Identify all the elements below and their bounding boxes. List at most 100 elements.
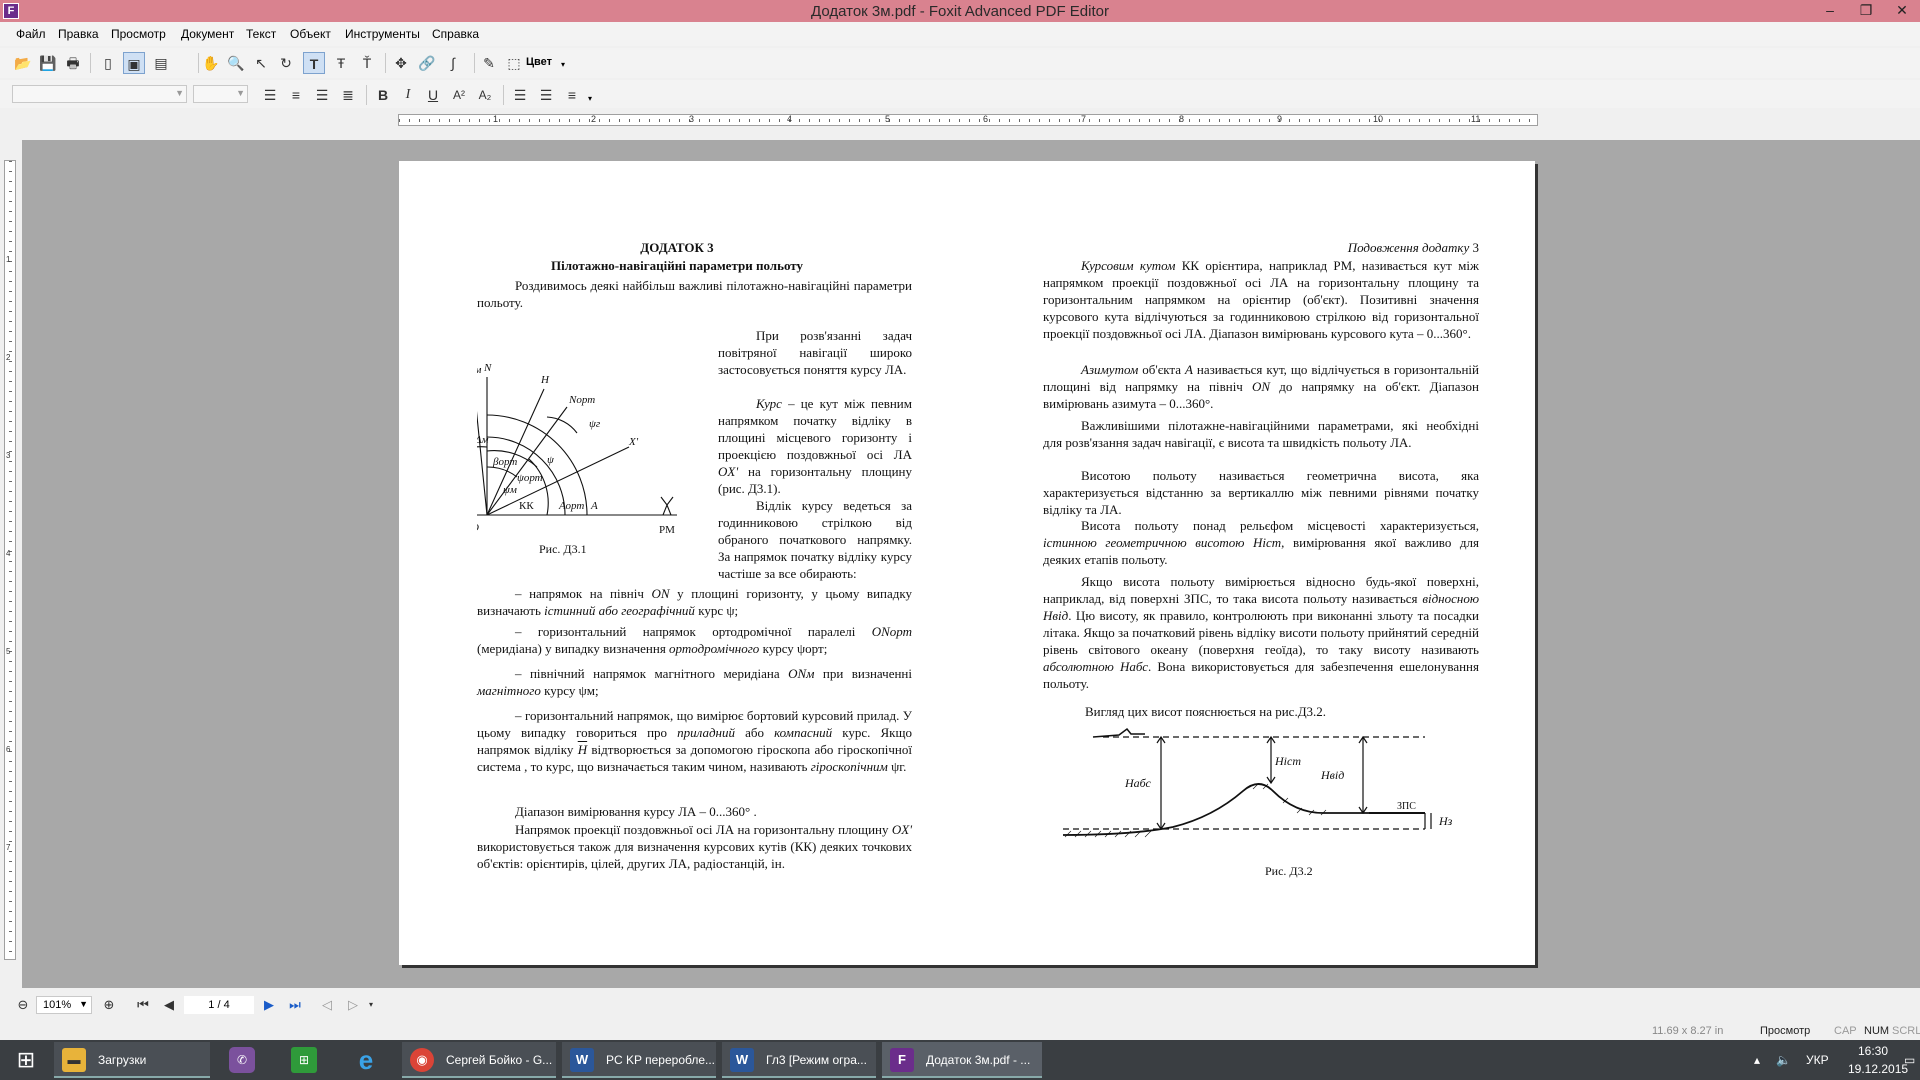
notifications-icon[interactable]: ▭: [1904, 1040, 1918, 1080]
ruler-number: 11: [1471, 114, 1481, 124]
ruler-number: 5: [885, 114, 891, 124]
align-left-icon[interactable]: ☰: [259, 84, 281, 106]
ruler-number: 4: [6, 549, 11, 558]
text-tool-icon[interactable]: T: [303, 52, 325, 74]
toolbar-separator: [474, 53, 475, 73]
taskbar-ie-icon[interactable]: e: [342, 1042, 390, 1078]
align-center-icon[interactable]: ≡: [285, 84, 307, 106]
color-label[interactable]: Цвет: [526, 56, 552, 68]
text-insert-icon[interactable]: Ť: [356, 52, 378, 74]
subscript-icon[interactable]: A₂: [474, 84, 496, 106]
format-toolbar: ▼ ▼ ☰ ≡ ☰ ≣ B I U A² A₂ ☰ ☰ ≡ ▾: [0, 80, 1920, 108]
superscript-icon[interactable]: A²: [448, 84, 470, 106]
start-button-windows-icon[interactable]: ⊞: [6, 1042, 46, 1078]
word-icon: W: [570, 1048, 594, 1072]
last-page-icon[interactable]: ⏭: [286, 996, 304, 1014]
taskbar-word-2[interactable]: W Гл3 [Режим огра...: [722, 1042, 876, 1078]
taskbar-chrome[interactable]: ◉ Сергей Бойко - G...: [402, 1042, 556, 1078]
zoom-select[interactable]: 101% ▼: [36, 996, 92, 1014]
menu-file[interactable]: Файл: [16, 27, 46, 41]
indent-icon[interactable]: ≡: [561, 84, 583, 106]
fit-page-icon[interactable]: ▣: [123, 52, 145, 74]
minimize-button[interactable]: –: [1812, 0, 1848, 22]
label-habs: Hабс: [1124, 776, 1152, 790]
menu-bar: Файл Правка Просмотр Документ Текст Объе…: [0, 22, 1920, 46]
ruler-number: 6: [983, 114, 989, 124]
align-right-icon[interactable]: ☰: [311, 84, 333, 106]
magnetic-north-line: [477, 410, 488, 516]
pdf-page[interactable]: ДОДАТОК 3 Пілотажно-навігаційні параметр…: [399, 161, 1535, 965]
volume-icon[interactable]: 🔈: [1776, 1040, 1794, 1080]
font-family-select[interactable]: ▼: [12, 85, 187, 103]
ruler-number: 2: [591, 114, 597, 124]
rotate-icon[interactable]: ↻: [275, 52, 297, 74]
zoom-tool-icon[interactable]: 🔍: [225, 52, 247, 74]
taskbar-store-icon[interactable]: ⊞: [280, 1042, 328, 1078]
label-o: O: [477, 522, 479, 534]
taskbar-word-1[interactable]: W PC KP переробле...: [562, 1042, 716, 1078]
print-icon[interactable]: 🖶: [62, 52, 84, 74]
restore-button[interactable]: ❐: [1848, 0, 1884, 22]
open-icon[interactable]: 📂: [12, 52, 34, 74]
color-swatch-icon[interactable]: ⬚: [503, 52, 525, 74]
figure-reference-paragraph: Вигляд цих висот пояснюється на рис.Д3.2…: [1085, 704, 1327, 719]
toolbar-separator: [503, 85, 504, 105]
first-page-icon[interactable]: ⏮: [134, 996, 152, 1014]
appendix-subheading: Пілотажно-навігаційні параметри польоту: [551, 258, 803, 273]
ruler-number: 1: [6, 255, 11, 264]
navigation-bar: ⊖ 101% ▼ ⊕ ⏮ ◀ 1 / 4 ▶ ⏭ ◁ ▷ ▾: [0, 992, 1920, 1018]
heading-angles-paragraph: Напрямок проекції поздовжньої осі ЛА на …: [477, 822, 912, 871]
taskbar-explorer[interactable]: ▬ Загрузки: [54, 1042, 210, 1078]
ruler-number: 3: [689, 114, 695, 124]
eyedropper-icon[interactable]: ✎: [478, 52, 500, 74]
save-icon[interactable]: 💾: [37, 52, 59, 74]
font-size-select[interactable]: ▼: [193, 85, 248, 103]
menu-text[interactable]: Текст: [246, 27, 276, 41]
menu-edit[interactable]: Правка: [58, 27, 99, 41]
previous-page-icon[interactable]: ◀: [160, 996, 178, 1014]
tray-show-hidden-icon[interactable]: ▴: [1754, 1040, 1768, 1080]
menu-tools[interactable]: Инструменты: [345, 27, 420, 41]
color-dropdown-icon[interactable]: ▾: [561, 60, 565, 69]
menu-object[interactable]: Объект: [290, 27, 331, 41]
label-hist: Hіст: [1274, 754, 1301, 768]
arc-psig: [546, 416, 578, 434]
window-title: Додаток 3м.pdf - Foxit Advanced PDF Edit…: [811, 3, 1109, 20]
single-page-icon[interactable]: ▯: [97, 52, 119, 74]
taskbar-viber-icon[interactable]: ✆: [218, 1042, 266, 1078]
text-edit-icon[interactable]: Ŧ: [330, 52, 352, 74]
paragraph-spacing-icon[interactable]: ☰: [535, 84, 557, 106]
page-number-input[interactable]: 1 / 4: [184, 996, 254, 1014]
zoom-out-icon[interactable]: ⊖: [14, 996, 32, 1014]
more-dropdown-icon[interactable]: ▾: [588, 94, 592, 103]
back-view-icon[interactable]: ◁: [318, 996, 336, 1014]
ruler-number: 5: [6, 647, 11, 656]
close-button[interactable]: ✕: [1884, 0, 1920, 22]
forward-view-icon[interactable]: ▷: [344, 996, 362, 1014]
fit-width-icon[interactable]: ▤: [150, 52, 172, 74]
menu-help[interactable]: Справка: [432, 27, 479, 41]
list-item-magnetic-course: – північний напрямок магнітного меридіан…: [477, 666, 912, 698]
italic-icon[interactable]: I: [397, 84, 419, 106]
menu-document[interactable]: Документ: [181, 27, 234, 41]
nav-options-icon[interactable]: ▾: [366, 996, 376, 1014]
hand-tool-icon[interactable]: ✋: [200, 52, 222, 74]
object-tool-icon[interactable]: ✥: [390, 52, 412, 74]
zoom-in-icon[interactable]: ⊕: [100, 996, 118, 1014]
line-spacing-icon[interactable]: ☰: [509, 84, 531, 106]
course-intro-paragraph: При розв'язанні задач повітряної навігац…: [718, 328, 912, 377]
align-justify-icon[interactable]: ≣: [337, 84, 359, 106]
next-page-icon[interactable]: ▶: [260, 996, 278, 1014]
language-indicator[interactable]: УКР: [1806, 1040, 1829, 1080]
list-item-ortho-course: – горизонтальний напрямок ортодромічної …: [477, 624, 912, 656]
link-tool-icon[interactable]: 🔗: [416, 52, 438, 74]
clock-date[interactable]: 19.12.2015: [1848, 1062, 1908, 1078]
path-tool-icon[interactable]: ∫: [442, 52, 464, 74]
menu-view[interactable]: Просмотр: [111, 27, 166, 41]
clock-time[interactable]: 16:30: [1858, 1044, 1888, 1060]
taskbar-foxit-active[interactable]: F Додаток 3м.pdf - ...: [882, 1042, 1042, 1078]
bold-icon[interactable]: B: [372, 84, 394, 106]
ruler-number: 10: [1373, 114, 1384, 124]
underline-icon[interactable]: U: [422, 84, 444, 106]
select-arrow-icon[interactable]: ↖: [250, 52, 272, 74]
